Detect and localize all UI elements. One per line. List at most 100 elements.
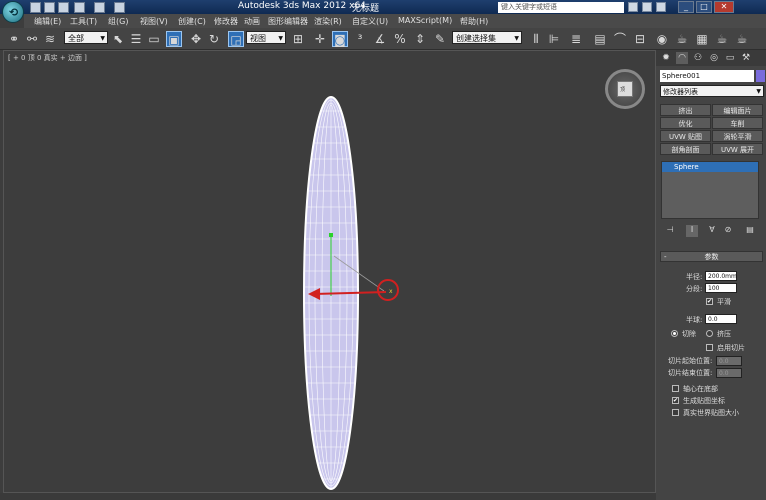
- menu-animation[interactable]: 动画: [244, 16, 260, 27]
- angle-snap-icon[interactable]: ∡: [372, 31, 388, 47]
- pivot-center-icon[interactable]: ⊞: [290, 31, 306, 47]
- menu-create[interactable]: 创建(C): [178, 16, 206, 27]
- motion-tab-icon[interactable]: ◎: [708, 52, 720, 64]
- slice-to-spinner[interactable]: 0.0: [716, 368, 742, 378]
- object-color-swatch[interactable]: [756, 70, 765, 82]
- render-teapot-icon[interactable]: ☕: [734, 31, 750, 47]
- hierarchy-tab-icon[interactable]: ⚇: [692, 52, 704, 64]
- menu-maxscript[interactable]: MAXScript(M): [398, 16, 452, 25]
- parameters-rollout-header[interactable]: - 参数: [660, 251, 763, 262]
- configure-modifier-sets-icon[interactable]: ▤: [744, 225, 756, 237]
- menu-customize[interactable]: 自定义(U): [352, 16, 388, 27]
- menu-rendering[interactable]: 渲染(R): [314, 16, 342, 27]
- squash-radio[interactable]: [706, 330, 713, 337]
- graphite-ribbon-icon[interactable]: ▤: [592, 31, 608, 47]
- material-editor-icon[interactable]: ◉: [654, 31, 670, 47]
- named-selection-dropdown[interactable]: 创建选择集 ▼: [452, 31, 522, 44]
- base-to-pivot-checkbox[interactable]: [672, 385, 679, 392]
- menu-group[interactable]: 组(G): [108, 16, 128, 27]
- menu-graph-editors[interactable]: 图形编辑器: [268, 16, 308, 27]
- binoculars-icon[interactable]: [628, 2, 638, 12]
- open-file-icon[interactable]: [44, 2, 55, 13]
- select-object-icon[interactable]: ⬉: [110, 31, 126, 47]
- selection-filter-dropdown[interactable]: 全部 ▼: [64, 31, 108, 44]
- stack-item-sphere[interactable]: Sphere: [662, 162, 758, 172]
- make-unique-icon[interactable]: ∀: [706, 225, 718, 237]
- chop-radio[interactable]: [671, 330, 678, 337]
- slice-from-spinner[interactable]: 0.0: [716, 356, 742, 366]
- rectangle-selection-icon[interactable]: ▭: [146, 31, 162, 47]
- modifier-button-bevel-profile[interactable]: 剖角剖面: [660, 143, 711, 155]
- object-name-field[interactable]: Sphere001: [660, 70, 754, 82]
- pin-stack-icon[interactable]: ⊣: [664, 225, 676, 237]
- segments-spinner[interactable]: 100: [705, 283, 737, 293]
- parameters-title: 参数: [704, 253, 719, 261]
- modifier-button-lathe[interactable]: 车削: [712, 117, 763, 129]
- minimize-button[interactable]: _: [678, 1, 694, 13]
- edit-named-selection-icon[interactable]: ✎: [432, 31, 448, 47]
- viewcube[interactable]: 顶: [605, 69, 645, 109]
- project-folder-icon[interactable]: [114, 2, 125, 13]
- real-world-map-checkbox[interactable]: [672, 409, 679, 416]
- mirror-icon[interactable]: ⫴: [528, 31, 544, 47]
- link-icon[interactable]: ⚭: [6, 31, 22, 47]
- viewcube-face[interactable]: 顶: [617, 81, 633, 97]
- unlink-icon[interactable]: ⚯: [24, 31, 40, 47]
- curve-editor-icon[interactable]: ⌒: [612, 31, 628, 47]
- render-production-icon[interactable]: ☕: [714, 31, 730, 47]
- layer-manager-icon[interactable]: ≣: [568, 31, 584, 47]
- undo-icon[interactable]: [74, 2, 85, 13]
- sphere-wireframe[interactable]: x: [4, 51, 657, 494]
- generate-mapping-checkbox[interactable]: ✔: [672, 397, 679, 404]
- spinner-snap-icon[interactable]: ⇕: [412, 31, 428, 47]
- create-tab-icon[interactable]: ✹: [660, 52, 672, 64]
- modifier-list-dropdown[interactable]: 修改器列表 ▼: [660, 85, 764, 97]
- schematic-view-icon[interactable]: ⊟: [632, 31, 648, 47]
- display-tab-icon[interactable]: ▭: [724, 52, 736, 64]
- align-icon[interactable]: ⊫: [546, 31, 562, 47]
- menu-edit[interactable]: 编辑(E): [34, 16, 61, 27]
- bind-spacewarp-icon[interactable]: ≋: [42, 31, 58, 47]
- star-icon[interactable]: [642, 2, 652, 12]
- new-file-icon[interactable]: [30, 2, 41, 13]
- menu-tools[interactable]: 工具(T): [70, 16, 97, 27]
- help-icon[interactable]: [656, 2, 666, 12]
- app-logo[interactable]: ⟲: [2, 1, 24, 23]
- redo-icon[interactable]: [94, 2, 105, 13]
- menu-modifiers[interactable]: 修改器: [214, 16, 238, 27]
- render-setup-icon[interactable]: ☕: [674, 31, 690, 47]
- search-input[interactable]: 键入关键字或短语: [498, 2, 624, 13]
- modifier-button-unwrap-uvw[interactable]: UVW 展开: [712, 143, 763, 155]
- select-and-move-icon[interactable]: ✥: [188, 31, 204, 47]
- radius-spinner[interactable]: 200.0mm: [705, 271, 737, 281]
- utilities-tab-icon[interactable]: ⚒: [740, 52, 752, 64]
- hemisphere-spinner[interactable]: 0.0: [705, 314, 737, 324]
- select-and-manipulate-icon[interactable]: ✛: [312, 31, 328, 47]
- window-crossing-icon[interactable]: ▣: [166, 31, 182, 47]
- menu-help[interactable]: 帮助(H): [460, 16, 488, 27]
- modifier-stack[interactable]: Sphere: [661, 161, 759, 219]
- show-end-result-icon[interactable]: Ⅰ: [686, 225, 698, 237]
- modifier-button-edit-patch[interactable]: 编辑面片: [712, 104, 763, 116]
- slice-on-checkbox[interactable]: [706, 344, 713, 351]
- viewport-top[interactable]: [ + 0 顶 0 真实 + 边面 ] x 顶: [3, 50, 656, 493]
- select-by-name-icon[interactable]: ☰: [128, 31, 144, 47]
- modify-tab-icon[interactable]: ◠: [676, 52, 688, 64]
- maximize-button[interactable]: □: [696, 1, 712, 13]
- modifier-button-optimize[interactable]: 优化: [660, 117, 711, 129]
- reference-coordinate-dropdown[interactable]: 视图 ▼: [246, 31, 286, 44]
- modifier-button-extrude[interactable]: 挤出: [660, 104, 711, 116]
- smooth-checkbox[interactable]: ✔: [706, 298, 713, 305]
- menu-views[interactable]: 视图(V): [140, 16, 168, 27]
- select-and-rotate-icon[interactable]: ↻: [206, 31, 222, 47]
- rendered-frame-icon[interactable]: ▦: [694, 31, 710, 47]
- modifier-button-turbosmooth[interactable]: 涡轮平滑: [712, 130, 763, 142]
- close-button[interactable]: ✕: [714, 1, 734, 13]
- modifier-button-uvw-map[interactable]: UVW 贴图: [660, 130, 711, 142]
- select-and-scale-icon[interactable]: ◲: [228, 31, 244, 47]
- percent-snap-icon[interactable]: %: [392, 31, 408, 47]
- remove-modifier-icon[interactable]: ⊘: [722, 225, 734, 237]
- keyboard-shortcut-toggle-icon[interactable]: ◙: [332, 31, 348, 47]
- snaps-toggle-icon[interactable]: ³: [352, 31, 368, 47]
- save-file-icon[interactable]: [58, 2, 69, 13]
